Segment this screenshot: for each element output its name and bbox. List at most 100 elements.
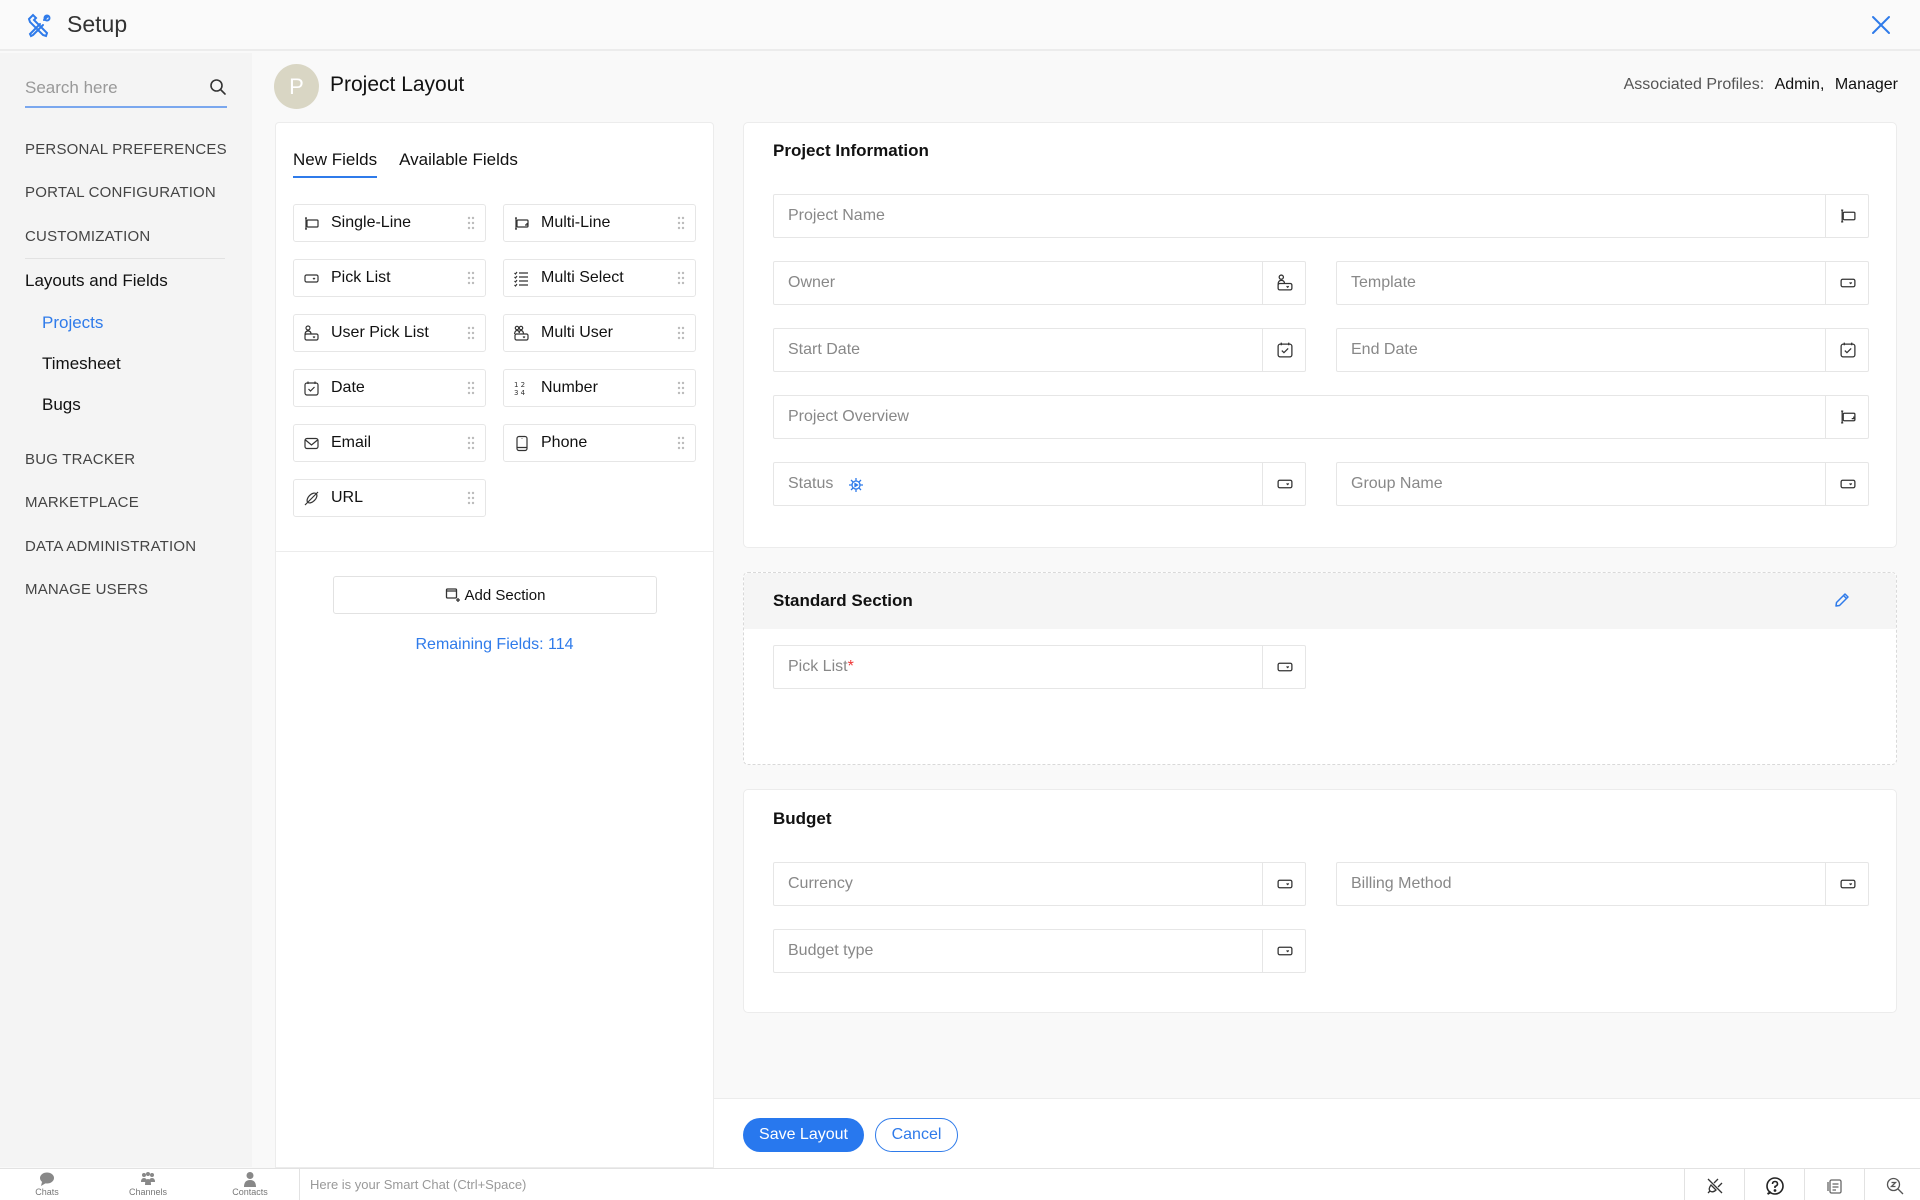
- page-title: Project Layout: [330, 73, 465, 96]
- field-type-date[interactable]: Date: [293, 369, 486, 407]
- sidebar-item-marketplace[interactable]: MARKETPLACE: [25, 494, 139, 511]
- add-section-icon: [445, 587, 461, 603]
- contacts-button[interactable]: Contacts: [215, 1171, 285, 1197]
- drag-handle-icon[interactable]: [467, 381, 475, 395]
- chat-bubble-icon: [40, 1172, 54, 1186]
- svg-text:3 4: 3 4: [514, 389, 526, 397]
- field-type-user-pick-list[interactable]: User Pick List: [293, 314, 486, 352]
- single-line-icon: [303, 215, 320, 232]
- field-owner[interactable]: Owner: [773, 261, 1306, 305]
- chats-button[interactable]: Chats: [12, 1171, 82, 1197]
- profiles-label: Associated Profiles:: [1623, 76, 1765, 93]
- sidebar-item-data-administration[interactable]: DATA ADMINISTRATION: [25, 538, 196, 555]
- pick-list-icon: [303, 270, 320, 287]
- search-input[interactable]: [25, 73, 195, 103]
- field-pick-list[interactable]: Pick List*: [773, 645, 1306, 689]
- date-icon: [303, 380, 320, 397]
- help-button[interactable]: [1744, 1169, 1804, 1200]
- field-type-email[interactable]: Email: [293, 424, 486, 462]
- field-type-multi-user[interactable]: Multi User: [503, 314, 696, 352]
- fields-panel: New Fields Available Fields Single-Line …: [275, 122, 714, 1168]
- multi-line-icon: [513, 215, 530, 232]
- field-end-date[interactable]: End Date: [1336, 328, 1869, 372]
- plugin-button[interactable]: [1684, 1169, 1744, 1200]
- profile-admin: Admin,: [1774, 76, 1825, 93]
- drag-handle-icon[interactable]: [467, 326, 475, 340]
- phone-icon: [513, 435, 530, 452]
- search-icon[interactable]: [209, 78, 227, 96]
- section-title: Project Information: [773, 141, 929, 160]
- cancel-button[interactable]: Cancel: [875, 1118, 958, 1152]
- svg-text:1 2: 1 2: [514, 381, 525, 389]
- sidebar-group-layouts-and-fields[interactable]: Layouts and Fields: [25, 271, 168, 291]
- sidebar-item-bugs[interactable]: Bugs: [42, 395, 81, 415]
- pick-list-icon: [1840, 479, 1856, 489]
- plug-icon: [1707, 1178, 1723, 1194]
- smart-chat-input[interactable]: [300, 1169, 1684, 1199]
- field-type-phone[interactable]: Phone: [503, 424, 696, 462]
- field-type-url[interactable]: URL: [293, 479, 486, 517]
- notes-icon: [1827, 1179, 1842, 1194]
- field-template[interactable]: Template: [1336, 261, 1869, 305]
- pick-list-icon: [1277, 946, 1293, 956]
- sidebar-item-bug-tracker[interactable]: BUG TRACKER: [25, 451, 135, 468]
- field-type-multi-select[interactable]: Multi Select: [503, 259, 696, 297]
- drag-handle-icon[interactable]: [467, 436, 475, 450]
- remaining-fields-count: Remaining Fields: 114: [415, 636, 574, 653]
- drag-handle-icon[interactable]: [467, 491, 475, 505]
- sidebar-item-projects[interactable]: Projects: [42, 313, 103, 333]
- sidebar-item-personal-preferences[interactable]: PERSONAL PREFERENCES: [25, 141, 227, 158]
- field-budget-type[interactable]: Budget type: [773, 929, 1306, 973]
- field-group-name[interactable]: Group Name: [1336, 462, 1869, 506]
- notes-button[interactable]: [1804, 1169, 1864, 1200]
- pick-list-icon: [1840, 879, 1856, 889]
- field-currency[interactable]: Currency: [773, 862, 1306, 906]
- section-header: [744, 573, 1896, 629]
- sidebar: PERSONAL PREFERENCES PORTAL CONFIGURATIO…: [0, 53, 252, 1167]
- edit-icon[interactable]: [1833, 591, 1851, 609]
- app-title: Setup: [67, 11, 128, 37]
- pick-list-icon: [1277, 662, 1293, 672]
- drag-handle-icon[interactable]: [677, 436, 685, 450]
- add-section-button[interactable]: Add Section: [333, 576, 657, 614]
- field-type-number[interactable]: 1 23 4 Number: [503, 369, 696, 407]
- field-type-pick-list[interactable]: Pick List: [293, 259, 486, 297]
- section-project-information: Project Information Project Name Owner T…: [743, 122, 1897, 548]
- status-settings-icon[interactable]: [848, 477, 864, 493]
- drag-handle-icon[interactable]: [467, 216, 475, 230]
- search-box: [25, 73, 227, 108]
- drag-handle-icon[interactable]: [467, 271, 475, 285]
- save-layout-button[interactable]: Save Layout: [743, 1118, 864, 1152]
- drag-handle-icon[interactable]: [677, 381, 685, 395]
- single-line-icon: [1841, 209, 1856, 223]
- contacts-icon: [244, 1172, 256, 1187]
- section-budget: Budget Currency Billing Method Budget ty…: [743, 789, 1897, 1013]
- user-pick-list-icon: [1277, 274, 1293, 291]
- drag-handle-icon[interactable]: [677, 271, 685, 285]
- tab-available-fields[interactable]: Available Fields: [399, 150, 518, 178]
- sidebar-item-manage-users[interactable]: MANAGE USERS: [25, 581, 148, 598]
- tab-new-fields[interactable]: New Fields: [293, 150, 378, 178]
- close-icon[interactable]: [1870, 14, 1892, 36]
- user-pick-list-icon: [303, 325, 320, 342]
- field-status[interactable]: Status: [773, 462, 1306, 506]
- associated-profiles: Associated Profiles: Admin, Manager: [1624, 76, 1898, 94]
- field-type-multi-line[interactable]: Multi-Line: [503, 204, 696, 242]
- sidebar-item-customization[interactable]: CUSTOMIZATION: [25, 228, 150, 245]
- tools-icon: [26, 13, 52, 39]
- drag-handle-icon[interactable]: [677, 216, 685, 230]
- email-icon: [303, 435, 320, 452]
- field-type-single-line[interactable]: Single-Line: [293, 204, 486, 242]
- date-icon: [1277, 342, 1293, 358]
- sidebar-item-timesheet[interactable]: Timesheet: [42, 354, 121, 374]
- pick-list-icon: [1277, 479, 1293, 489]
- field-billing-method[interactable]: Billing Method: [1336, 862, 1869, 906]
- sidebar-item-portal-configuration[interactable]: PORTAL CONFIGURATION: [25, 184, 216, 201]
- channels-button[interactable]: Channels: [113, 1171, 183, 1197]
- drag-handle-icon[interactable]: [677, 326, 685, 340]
- field-project-name[interactable]: Project Name: [773, 194, 1869, 238]
- field-project-overview[interactable]: Project Overview: [773, 395, 1869, 439]
- field-start-date[interactable]: Start Date: [773, 328, 1306, 372]
- zia-search-button[interactable]: [1864, 1169, 1920, 1200]
- action-bar: Save Layout Cancel: [714, 1098, 1920, 1168]
